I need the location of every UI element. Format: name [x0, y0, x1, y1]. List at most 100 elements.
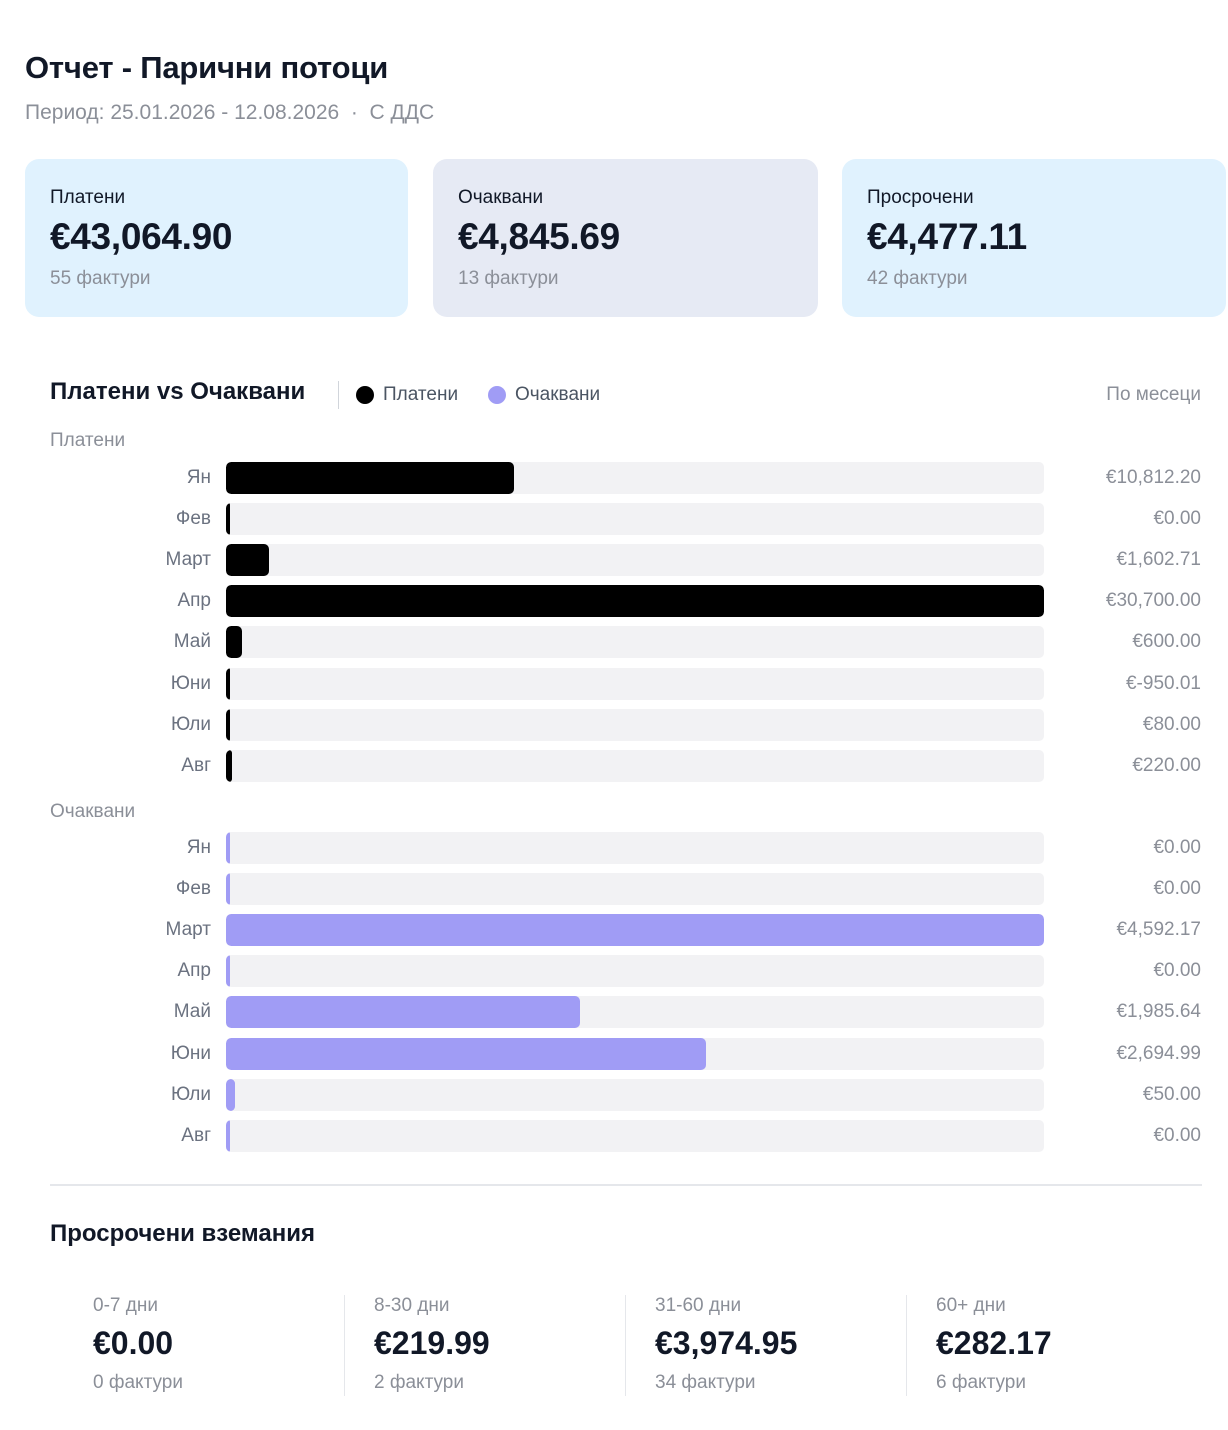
paid-bar: [226, 626, 242, 659]
bar-track: [226, 503, 1044, 536]
bar-value-label: €10,812.20: [1105, 467, 1201, 488]
bar-value-label: €0.00: [1153, 837, 1201, 858]
paid-bar: [226, 503, 230, 536]
bar-category-label: Май: [173, 631, 211, 653]
bucket-range: 31-60 дни: [655, 1295, 742, 1316]
legend-item-expected: Очаквани: [488, 381, 600, 409]
bar-value-label: €4,592.17: [1116, 919, 1201, 941]
legend-dot-icon: [488, 386, 506, 404]
card-invoice-count: 42 фактури: [867, 268, 968, 289]
bar-value-label: €80.00: [1142, 713, 1201, 735]
paid-bar: [226, 544, 269, 577]
report-period: Период: 25.01.2026 - 12.08.2026 · С ДДС: [25, 101, 435, 124]
group-label-expected: Очаквани: [50, 801, 136, 822]
paid-bar-row: Апр €30,700.00: [0, 585, 1228, 618]
legend-label: Платени: [383, 384, 459, 405]
bar-value-label: €0.00: [1153, 1124, 1201, 1146]
bar-track: [226, 667, 1044, 700]
chart-title: Платени vs Очаквани: [50, 378, 306, 405]
bar-category-label: Авг: [181, 1124, 211, 1146]
card-label: Платени: [50, 187, 126, 208]
bar-value-label: €0.00: [1153, 960, 1201, 982]
paid-bar: [226, 462, 515, 494]
bucket-count: 0 фактури: [93, 1372, 183, 1393]
expected-bar-row: Март €4,592.17: [0, 914, 1228, 947]
paid-bar: [226, 585, 1044, 618]
bucket-amount: €0.00: [93, 1325, 174, 1361]
bar-category-label: Юни: [170, 1042, 211, 1064]
card-invoice-count: 55 фактури: [50, 268, 151, 289]
paid-summary-card: Платени €43,064.90 55 фактури: [25, 159, 408, 317]
paid-bar: [226, 749, 232, 782]
paid-bar-row: Юни €-950.01: [0, 667, 1228, 700]
period-grouping-select[interactable]: По месеци: [1106, 381, 1201, 409]
bar-track: [226, 1078, 1044, 1111]
bar-track: [226, 873, 1044, 906]
bucket-range: 0-7 дни: [93, 1295, 158, 1316]
card-invoice-count: 13 фактури: [458, 268, 559, 289]
bar-value-label: €220.00: [1132, 754, 1201, 776]
bar-track: [226, 749, 1044, 782]
legend-dot-icon: [356, 386, 374, 404]
card-amount: €43,064.90: [50, 216, 233, 257]
paid-bar-row: Фев €0.00: [0, 503, 1228, 536]
bucket-count: 34 фактури: [655, 1372, 756, 1393]
legend-divider: [338, 381, 339, 409]
legend-label: Очаквани: [515, 384, 601, 405]
bucket-range: 8-30 дни: [374, 1295, 450, 1316]
bucket-range: 60+ дни: [936, 1295, 1006, 1316]
bar-category-label: Юли: [170, 1083, 211, 1105]
bar-category-label: Фев: [175, 878, 211, 900]
bucket-amount: €3,974.95: [655, 1325, 798, 1361]
legend-item-paid: Платени: [356, 381, 458, 409]
bar-value-label: €0.00: [1153, 508, 1201, 530]
group-label-paid: Платени: [50, 430, 126, 451]
expected-bar: [226, 955, 230, 988]
expected-bar: [226, 1037, 707, 1070]
bar-value-label: €1,985.64: [1116, 1001, 1201, 1023]
expected-bar: [226, 1119, 230, 1152]
bar-track: [226, 955, 1044, 988]
expected-summary-card: Очаквани €4,845.69 13 фактури: [433, 159, 818, 317]
bar-track: [226, 1119, 1044, 1152]
section-divider: [50, 1184, 1202, 1186]
bar-category-label: Апр: [177, 590, 211, 612]
bar-value-label: €1,602.71: [1116, 549, 1201, 571]
page-title: Отчет - Парични потоци: [25, 50, 389, 85]
bar-value-label: €-950.01: [1125, 672, 1201, 694]
bar-track: [226, 626, 1044, 659]
bar-category-label: Май: [173, 1001, 211, 1023]
bar-value-label: €2,694.99: [1116, 1042, 1201, 1064]
card-amount: €4,477.11: [867, 216, 1027, 257]
bar-track: [226, 708, 1044, 741]
bar-category-label: Ян: [186, 467, 211, 488]
bar-value-label: €0.00: [1153, 878, 1201, 900]
expected-bar: [226, 1078, 235, 1111]
bucket-divider: [625, 1295, 626, 1396]
bar-track: [226, 544, 1044, 577]
expected-bar-row: Фев €0.00: [0, 873, 1228, 906]
expected-bar-row: Авг €0.00: [0, 1119, 1228, 1152]
card-label: Очаквани: [458, 187, 544, 208]
bar-category-label: Юни: [170, 672, 211, 694]
bucket-count: 6 фактури: [936, 1372, 1026, 1393]
expected-bar: [226, 914, 1044, 947]
card-label: Просрочени: [867, 187, 974, 208]
bar-track: [226, 462, 1044, 494]
bar-category-label: Ян: [186, 837, 211, 858]
paid-bar: [226, 708, 230, 741]
bar-value-label: €30,700.00: [1105, 590, 1201, 612]
card-amount: €4,845.69: [458, 216, 620, 257]
bar-category-label: Юли: [170, 713, 211, 735]
expected-bar-row: Май €1,985.64: [0, 996, 1228, 1029]
expected-bar: [226, 873, 230, 906]
bar-category-label: Апр: [177, 960, 211, 982]
bucket-amount: €282.17: [936, 1325, 1052, 1361]
bucket-count: 2 фактури: [374, 1372, 464, 1393]
paid-bar-row: Март €1,602.71: [0, 544, 1228, 577]
bar-track: [226, 585, 1044, 618]
bar-category-label: Авг: [181, 754, 211, 776]
expected-bar: [226, 996, 580, 1029]
expected-bar-row: Юли €50.00: [0, 1078, 1228, 1111]
paid-bar-row: Юли €80.00: [0, 708, 1228, 741]
